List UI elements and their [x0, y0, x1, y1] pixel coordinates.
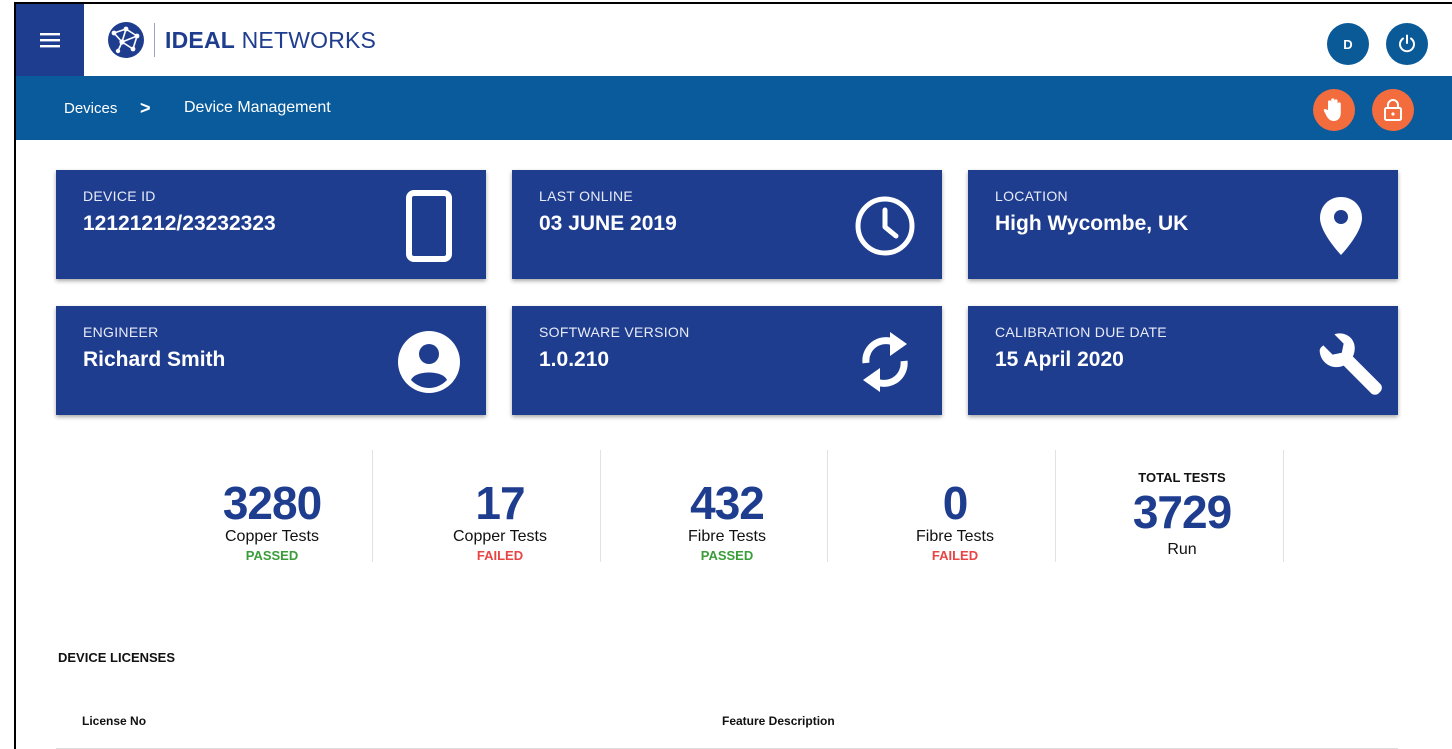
tablet-icon: [394, 188, 464, 263]
card-label: DEVICE ID: [83, 188, 156, 204]
total-label: TOTAL TESTS: [1138, 470, 1226, 485]
stat-name: Fibre Tests: [916, 528, 994, 545]
stat-state-failed: FAILED: [476, 548, 524, 563]
stat-total-tests: TOTAL TESTS 3729 Run: [1068, 450, 1296, 560]
card-software-version: SOFTWARE VERSION 1.0.210: [512, 306, 942, 415]
stat-copper-failed: 17 Copper Tests FAILED: [386, 450, 614, 563]
card-calibration-due-date: CALIBRATION DUE DATE 15 April 2020: [968, 306, 1398, 415]
stat-name: Fibre Tests: [688, 528, 766, 545]
card-last-online: LAST ONLINE 03 JUNE 2019: [512, 170, 942, 279]
location-pin-icon: [1306, 188, 1376, 263]
hamburger-menu-icon: [40, 33, 60, 48]
logout-button[interactable]: [1386, 23, 1428, 65]
clock-icon: [850, 188, 920, 263]
card-device-id: DEVICE ID 12121212/23232323: [56, 170, 486, 279]
stat-state-failed: FAILED: [931, 548, 979, 563]
breadcrumb-current: Device Management: [184, 99, 331, 116]
stat-number: 17: [475, 477, 525, 529]
wrench-icon: [1316, 324, 1386, 399]
power-icon: [1399, 34, 1415, 53]
card-label: CALIBRATION DUE DATE: [995, 324, 1167, 340]
card-label: ENGINEER: [83, 324, 159, 340]
stat-name: Copper Tests: [453, 528, 547, 545]
card-engineer: ENGINEER Richard Smith: [56, 306, 486, 415]
column-header-license-no[interactable]: License No: [82, 714, 146, 728]
stat-copper-passed: 3280 Copper Tests PASSED: [158, 450, 386, 563]
total-number: 3729: [1132, 486, 1232, 538]
card-label: LAST ONLINE: [539, 188, 634, 204]
globe-network-logo-icon: [108, 22, 144, 58]
user-initial: D: [1343, 36, 1353, 52]
breadcrumb-separator: >: [140, 97, 151, 118]
stat-fibre-passed: 432 Fibre Tests PASSED: [613, 450, 841, 563]
card-value: 1.0.210: [539, 348, 610, 371]
column-header-feature-description[interactable]: Feature Description: [722, 714, 835, 728]
stat-divider: [1283, 450, 1284, 562]
breadcrumb-bar: Devices > Device Management: [16, 76, 1452, 140]
stat-state-passed: PASSED: [700, 548, 754, 563]
app-frame: IDEAL NETWORKS D Devices > Device Manage…: [14, 2, 1452, 749]
breadcrumb-devices-link[interactable]: Devices: [64, 76, 117, 140]
device-licenses-title: DEVICE LICENSES: [58, 650, 176, 665]
card-label: SOFTWARE VERSION: [539, 324, 690, 340]
stat-divider: [827, 450, 828, 562]
card-value: 03 JUNE 2019: [539, 212, 677, 235]
brand-logo: IDEAL NETWORKS: [106, 20, 376, 60]
padlock-icon: [1384, 99, 1402, 121]
brand-name: IDEAL NETWORKS: [165, 26, 377, 53]
stat-number: 3280: [222, 477, 322, 529]
user-avatar-button[interactable]: D: [1327, 23, 1369, 65]
card-location: LOCATION High Wycombe, UK: [968, 170, 1398, 279]
card-value: Richard Smith: [83, 348, 226, 371]
stat-state-passed: PASSED: [245, 548, 299, 563]
hand-stop-icon: [1323, 98, 1341, 121]
top-app-bar: IDEAL NETWORKS D: [16, 4, 1452, 76]
sync-icon: [850, 324, 920, 399]
brand-divider: [154, 23, 155, 57]
unlock-device-button[interactable]: [1372, 89, 1414, 131]
total-name: Run: [1167, 541, 1197, 558]
stat-fibre-failed: 0 Fibre Tests FAILED: [841, 450, 1069, 563]
card-value: 12121212/23232323: [83, 212, 276, 235]
stat-divider: [600, 450, 601, 562]
stat-divider: [1055, 450, 1056, 562]
card-label: LOCATION: [995, 188, 1068, 204]
card-value: High Wycombe, UK: [995, 212, 1189, 235]
account-circle-icon: [394, 324, 464, 399]
stat-divider: [372, 450, 373, 562]
card-value: 15 April 2020: [995, 348, 1124, 371]
stat-name: Copper Tests: [225, 528, 319, 545]
stop-device-button[interactable]: [1313, 89, 1355, 131]
stat-number: 0: [942, 477, 969, 529]
stat-number: 432: [690, 477, 765, 529]
menu-button[interactable]: [16, 4, 84, 76]
